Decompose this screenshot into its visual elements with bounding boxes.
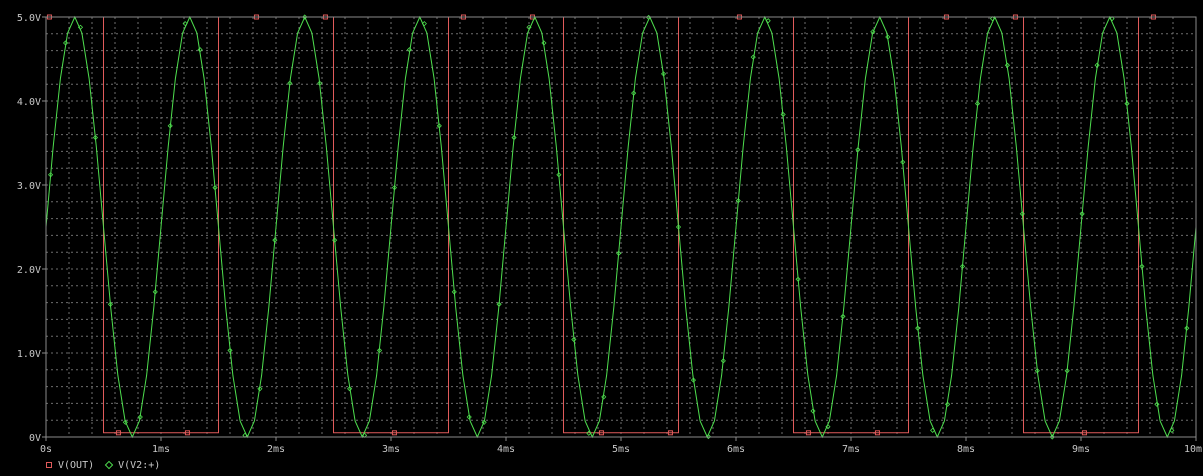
square-marker-icon [46, 462, 52, 468]
x-tick-label: 1ms [152, 444, 170, 455]
legend-label-v-out: V(OUT) [58, 459, 95, 471]
x-tick-label: 10ms [1184, 444, 1203, 455]
transient-plot: 0s 1ms 2ms 3ms 4ms 5ms 6ms 7ms 8ms 9ms 10ms 0V 1.0V 2… [17, 13, 1203, 455]
axis-ticks: 0s 1ms 2ms 3ms 4ms 5ms 6ms 7ms 8ms 9ms 10ms 0V 1.0V 2… [17, 13, 1203, 455]
legend-item-v-out[interactable]: V(OUT) [46, 460, 94, 471]
y-tick-label: 1.0V [17, 349, 41, 360]
y-tick-label: 3.0V [17, 181, 41, 192]
x-tick-label: 9ms [1072, 444, 1090, 455]
y-tick-label: 5.0V [17, 13, 41, 24]
x-tick-label: 0s [40, 444, 52, 455]
x-tick-label: 4ms [497, 444, 515, 455]
x-tick-label: 3ms [382, 444, 400, 455]
y-tick-label: 0V [29, 433, 41, 444]
x-tick-label: 6ms [727, 444, 745, 455]
legend-label-v2: V(V2:+) [118, 459, 161, 471]
x-tick-label: 2ms [267, 444, 285, 455]
legend: V(OUT) V(V2:+) [46, 458, 172, 472]
x-tick-label: 5ms [612, 444, 630, 455]
legend-item-v2[interactable]: V(V2:+) [104, 459, 161, 471]
x-tick-label: 7ms [842, 444, 860, 455]
diamond-marker-icon [104, 460, 114, 470]
x-tick-label: 8ms [957, 444, 975, 455]
y-tick-label: 4.0V [17, 97, 41, 108]
y-tick-label: 2.0V [17, 265, 41, 276]
